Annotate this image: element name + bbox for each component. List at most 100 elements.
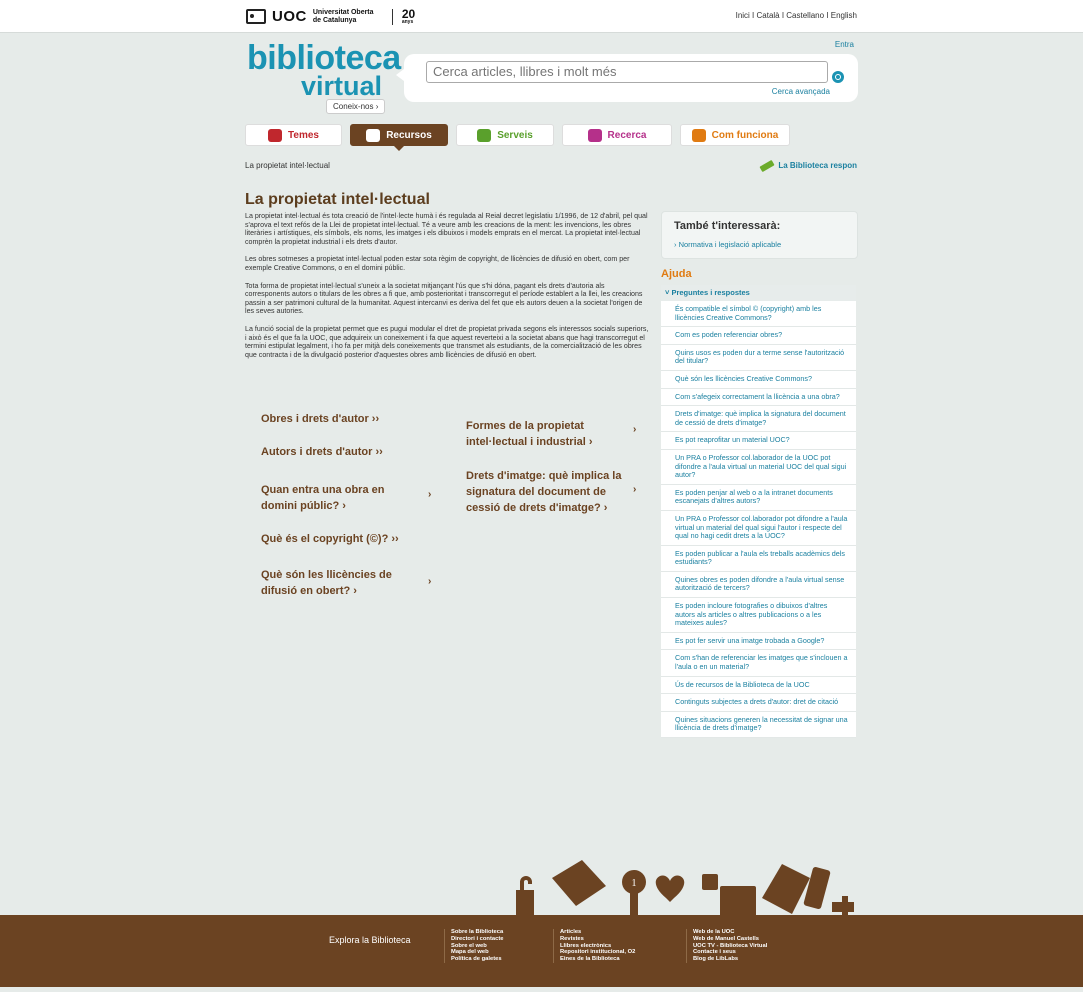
faq-item[interactable]: Un PRA o Professor col.laborador de la U…	[661, 450, 856, 485]
entra-link[interactable]: Entra	[835, 40, 854, 49]
top-bar: UOC Universitat Oberta de Catalunya 20 an…	[0, 0, 1083, 33]
tab-label: Serveis	[497, 129, 533, 141]
page: UOC Universitat Oberta de Catalunya 20 an…	[0, 0, 1083, 992]
faq-item[interactable]: Quines situacions generen la necessitat …	[661, 712, 856, 738]
search-icon[interactable]	[832, 71, 844, 83]
paragraph: La propietat intel·lectual és tota creac…	[245, 212, 648, 246]
link-llicencies-obert[interactable]: Què són les llicències de difusió en obe…	[261, 567, 392, 599]
phone-icon	[803, 867, 831, 909]
faq-item[interactable]: Es poden penjar al web o a la intranet d…	[661, 485, 856, 511]
recerca-icon	[587, 128, 602, 142]
footer-column-3: Web de la UOC Web de Manuel Castells UOC…	[686, 929, 767, 963]
footer-link[interactable]: Revistes	[560, 936, 635, 943]
faq-item[interactable]: Quines obres es poden difondre a l'aula …	[661, 572, 856, 599]
faq-item[interactable]: Drets d'imatge: què implica la signatura…	[661, 406, 856, 433]
anniversary-badge: 20 anys	[401, 6, 416, 25]
page-title: La propietat intel·lectual	[245, 191, 430, 208]
com-funciona-icon	[691, 128, 706, 142]
search-input[interactable]	[426, 61, 828, 83]
footer-link[interactable]: Blog de LibLabs	[693, 956, 767, 963]
tab-recursos[interactable]: Recursos	[350, 124, 448, 151]
faq-item[interactable]: Com s'afegeix correctament la llicència …	[661, 389, 856, 407]
faq-item[interactable]: Quins usos es poden dur a terme sense l'…	[661, 345, 856, 371]
main-nav: Temes Recursos Serveis Recerca Com funci…	[245, 124, 790, 151]
biblioteca-virtual-logo[interactable]: biblioteca virtual	[247, 41, 401, 101]
footer-link[interactable]: Directori i contacte	[451, 936, 504, 943]
serveis-icon	[477, 128, 492, 142]
faq-item[interactable]: Continguts subjectes a drets d'autor: dr…	[661, 694, 856, 712]
coneix-nos-button[interactable]: Coneix-nos ›	[326, 99, 386, 114]
faq-item[interactable]: Com es poden referenciar obres?	[661, 327, 856, 345]
faq-item[interactable]: És compatible el símbol © (copyright) am…	[661, 301, 856, 328]
faq-item[interactable]: Què són les llicències Creative Commons?	[661, 371, 856, 389]
link-drets-imatge[interactable]: Drets d'imatge: què implica la signatura…	[466, 468, 621, 516]
footer-column-1: Sobre la Biblioteca Directori i contacte…	[444, 929, 504, 963]
university-name: Universitat Oberta de Catalunya	[312, 8, 374, 24]
related-title: També t'interessarà:	[674, 220, 781, 232]
footer-link[interactable]: Web de Manuel Castells	[693, 936, 767, 943]
faq-item[interactable]: Es poden incloure fotografies o dibuixos…	[661, 598, 856, 633]
recursos-icon	[366, 128, 381, 142]
paragraph: Tota forma de propietat intel·lectual s'…	[245, 281, 643, 316]
faq-item[interactable]: Es pot fer servir una imatge trobada a G…	[661, 633, 856, 651]
tab-label: Recursos	[386, 129, 432, 141]
chevron-right-icon: ›	[633, 484, 637, 495]
footer-link[interactable]: Sobre el web	[451, 943, 504, 950]
paragraph: La funció social de la propietat permet …	[245, 324, 649, 359]
heart-icon	[655, 875, 685, 902]
footer-link[interactable]: Mapa del web	[451, 949, 504, 956]
related-link-normativa[interactable]: › Normativa i legislació aplicable	[674, 240, 781, 249]
faq-header[interactable]: ˅ Preguntes i respostes	[661, 285, 856, 301]
puzzle-icon	[702, 874, 718, 890]
tab-label: Com funciona	[711, 129, 779, 141]
tab-label: Recerca	[607, 129, 647, 141]
tab-recerca[interactable]: Recerca	[562, 124, 672, 146]
footer-link[interactable]: Eines de la Biblioteca	[560, 956, 635, 963]
faq-item[interactable]: Es pot reaprofitar un material UOC?	[661, 432, 856, 450]
footer-link[interactable]: Web de la UOC	[693, 929, 767, 936]
padlock-icon	[516, 876, 534, 918]
search-panel: Cerca avançada	[396, 54, 858, 102]
biblioteca-respon-link[interactable]: La Biblioteca respon	[759, 159, 857, 172]
footer-explore-label: Explora la Biblioteca	[329, 935, 411, 945]
footer-link[interactable]: Llibres electrònics	[560, 943, 635, 950]
language-links[interactable]: Inici I Català I Castellano I English	[736, 11, 857, 20]
footer-link[interactable]: Política de galetes	[451, 956, 504, 963]
logo-divider	[391, 8, 393, 25]
chevron-right-icon: ›	[428, 489, 432, 500]
faq-item[interactable]: Es poden publicar a l'aula els treballs …	[661, 546, 856, 572]
uoc-logo[interactable]: UOC Universitat Oberta de Catalunya 20 an…	[246, 8, 415, 25]
tab-com-funciona[interactable]: Com funciona	[680, 124, 790, 146]
footer-link[interactable]: Sobre la Biblioteca	[451, 929, 504, 936]
footer-link[interactable]: UOC TV - Biblioteca Virtual	[693, 943, 767, 950]
faq-item[interactable]: Un PRA o Professor col.laborador pot dif…	[661, 511, 856, 546]
tab-serveis[interactable]: Serveis	[456, 124, 554, 146]
footer-link[interactable]: Articles	[560, 929, 635, 936]
pencil-icon	[759, 159, 775, 172]
link-obres-drets-autor[interactable]: Obres i drets d'autor ››	[261, 411, 379, 427]
link-autors-drets-autor[interactable]: Autors i drets d'autor ››	[261, 444, 383, 460]
faq-item[interactable]: Ús de recursos de la Biblioteca de la UO…	[661, 677, 856, 695]
faq-item[interactable]: Com s'han de referenciar les imatges que…	[661, 650, 856, 677]
temes-icon	[268, 128, 283, 142]
library-icons-illustration: 1	[516, 860, 854, 918]
paragraph: Les obres sotmeses a propietat intel·lec…	[245, 255, 630, 272]
card-icon	[552, 860, 606, 906]
footer: Explora la Biblioteca Sobre la Bibliotec…	[0, 915, 1083, 987]
biblioteca-respon-label: La Biblioteca respon	[778, 161, 857, 170]
tab-label: Temes	[288, 129, 319, 141]
tablet-icon	[762, 864, 810, 914]
link-formes-propietat[interactable]: Formes de la propietat intel·lectual i i…	[466, 418, 593, 450]
advanced-search-link[interactable]: Cerca avançada	[772, 87, 830, 96]
tab-temes[interactable]: Temes	[245, 124, 342, 146]
brand-line2: virtual	[300, 71, 382, 101]
link-copyright[interactable]: Què és el copyright (©)? ››	[261, 531, 399, 547]
footer-link[interactable]: Repositori institucional, O2	[560, 949, 635, 956]
badge-number: 1	[632, 878, 637, 889]
uoc-logo-icon	[246, 9, 266, 24]
link-domini-public[interactable]: Quan entra una obra en domini públic? ›	[261, 482, 384, 514]
related-box: També t'interessarà: › Normativa i legis…	[661, 211, 858, 259]
books-icon	[720, 886, 756, 918]
footer-column-2: Articles Revistes Llibres electrònics Re…	[553, 929, 635, 963]
footer-link[interactable]: Contacte i seus	[693, 949, 767, 956]
